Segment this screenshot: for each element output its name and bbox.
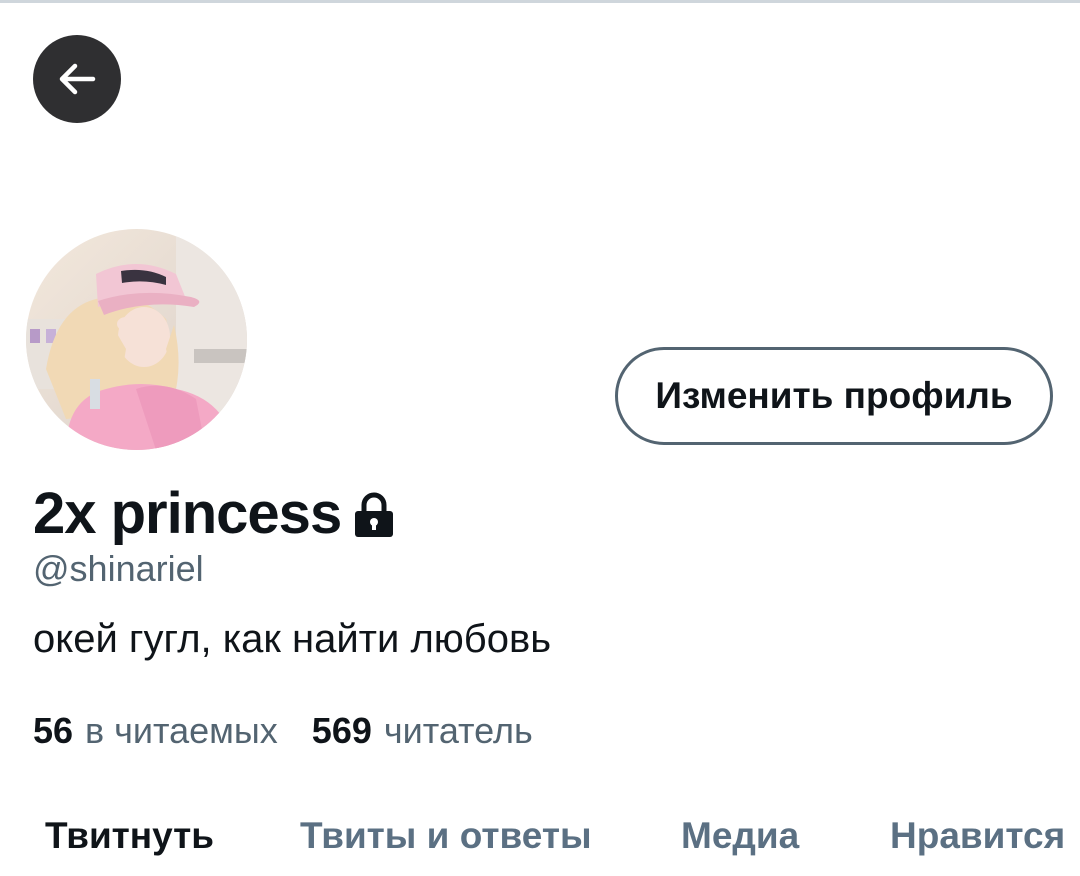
- edit-profile-button[interactable]: Изменить профиль: [615, 347, 1053, 445]
- followers-label: читатель: [383, 710, 533, 751]
- profile-bio: окей гугл, как найти любовь: [33, 617, 552, 661]
- profile-handle: @shinariel: [33, 548, 204, 589]
- profile-tabs: Твитнуть Твиты и ответы Медиа Нравится: [0, 805, 1080, 876]
- arrow-left-icon: [59, 63, 96, 95]
- tab-tweets[interactable]: Твитнуть: [45, 815, 214, 857]
- profile-stats: 56 в читаемых 569 читатель: [33, 710, 533, 752]
- avatar[interactable]: [26, 229, 247, 450]
- tab-tweets-and-replies[interactable]: Твиты и ответы: [300, 815, 592, 857]
- top-divider: [0, 0, 1080, 3]
- display-name-row: 2x princess: [33, 478, 395, 548]
- followers-count: 569: [311, 710, 372, 751]
- tab-media[interactable]: Медиа: [681, 815, 799, 857]
- avatar-photo: [26, 229, 247, 450]
- following-count: 56: [33, 710, 74, 751]
- back-button[interactable]: [33, 35, 121, 123]
- lock-icon: [353, 492, 395, 538]
- tab-likes[interactable]: Нравится: [890, 815, 1065, 857]
- display-name: 2x princess: [33, 480, 342, 546]
- following-label: в читаемых: [85, 710, 278, 751]
- followers-stat[interactable]: 569 читатель: [312, 710, 533, 752]
- following-stat[interactable]: 56 в читаемых: [33, 710, 278, 752]
